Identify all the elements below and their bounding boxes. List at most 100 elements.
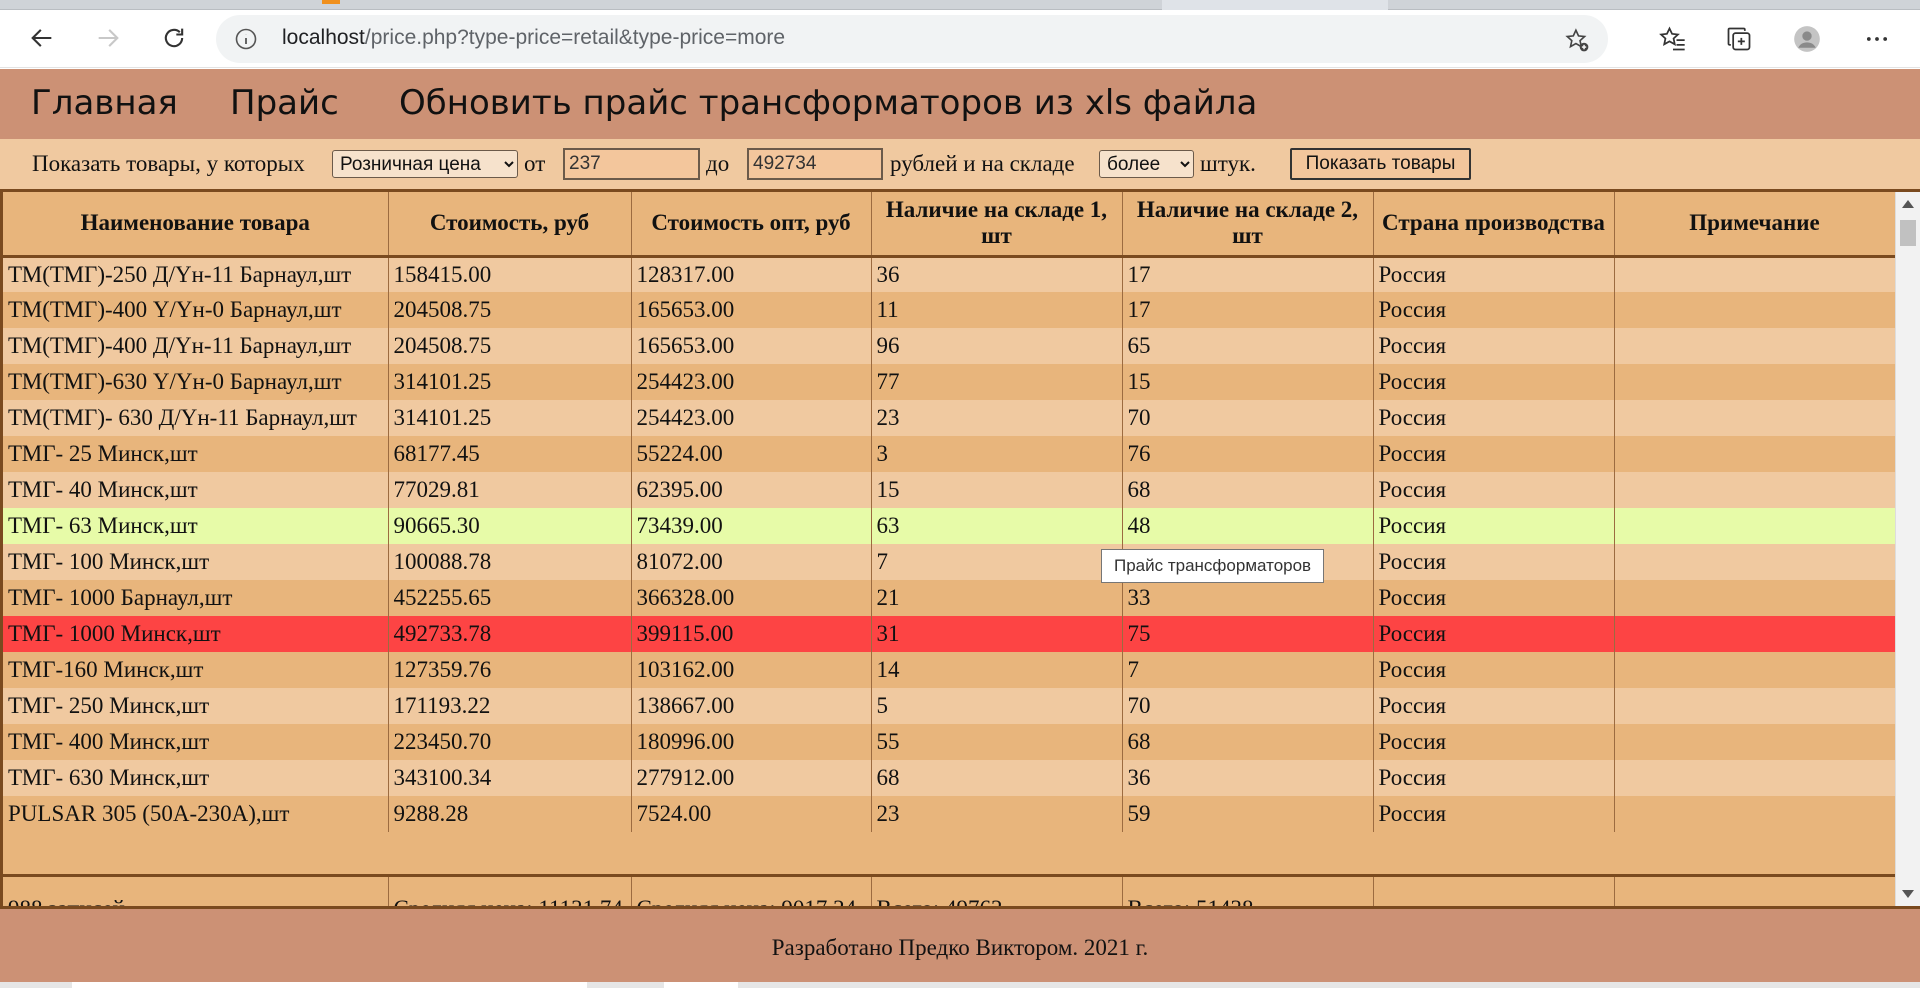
cell-stock-1: 14 bbox=[871, 652, 1123, 688]
filter-rub-stock-label: рублей и на складе bbox=[890, 151, 1075, 176]
table-footer-row: 988 записей Средняя цена: 11131.74 Средн… bbox=[3, 875, 1896, 906]
scroll-up-arrow-icon[interactable] bbox=[1902, 200, 1914, 208]
cell-country: Россия bbox=[1373, 544, 1615, 580]
cell-country: Россия bbox=[1373, 724, 1615, 760]
table-scrollbar[interactable] bbox=[1895, 192, 1920, 906]
forward-button[interactable] bbox=[88, 18, 128, 58]
table-row[interactable]: ТМ(ТМГ)- 630 Д/Yн-11 Барнаул,шт 314101.25… bbox=[3, 400, 1896, 436]
cell-country: Россия bbox=[1373, 364, 1615, 400]
filter-pcs-label: штук. bbox=[1200, 151, 1256, 176]
footer-record-count: 988 записей bbox=[3, 875, 389, 906]
cell-wholesale-price: 254423.00 bbox=[631, 364, 872, 400]
favorites-button[interactable] bbox=[1656, 22, 1690, 56]
cell-note bbox=[1614, 652, 1896, 688]
table-row[interactable]: PULSAR 305 (50A-230A),шт 9288.28 7524.00 23… bbox=[3, 796, 1896, 832]
table-row[interactable]: ТМГ- 630 Минск,шт 343100.34 277912.00 68 36 Р… bbox=[3, 760, 1896, 796]
horizontal-scrollbar-segment bbox=[664, 982, 738, 988]
horizontal-scrollbar-thumb[interactable] bbox=[72, 982, 587, 988]
back-arrow-icon bbox=[31, 29, 52, 47]
price-from-input[interactable] bbox=[563, 148, 700, 180]
table-row[interactable]: ТМГ- 63 Минск,шт 90665.30 73439.00 63 48 Росс… bbox=[3, 508, 1896, 544]
menu-link-home[interactable]: Главная bbox=[31, 83, 178, 123]
favorites-list-icon bbox=[1659, 26, 1685, 51]
cell-note bbox=[1614, 796, 1896, 832]
back-button[interactable] bbox=[22, 18, 62, 58]
menu-link-update-price[interactable]: Обновить прайс трансформаторов из xls фа… bbox=[399, 83, 1257, 123]
cell-stock-1: 3 bbox=[871, 436, 1123, 472]
cell-note bbox=[1614, 544, 1896, 580]
price-table-container[interactable]: Наименование товара Стоимость, руб Стоим… bbox=[0, 189, 1920, 909]
cell-price: 77029.81 bbox=[388, 472, 632, 508]
footer-country-empty bbox=[1373, 875, 1615, 906]
cell-stock-2: 36 bbox=[1122, 760, 1374, 796]
cell-note bbox=[1614, 760, 1896, 796]
cell-stock-1: 36 bbox=[871, 256, 1123, 292]
url-text[interactable]: localhost/price.php?type-price=retail&ty… bbox=[282, 26, 785, 50]
cell-stock-1: 23 bbox=[871, 796, 1123, 832]
table-row[interactable]: ТМГ-160 Минск,шт 127359.76 103162.00 14 7 Рос… bbox=[3, 652, 1896, 688]
table-body: ТМ(ТМГ)-250 Д/Yн-11 Барнаул,шт 158415.00 1… bbox=[3, 256, 1896, 832]
scroll-down-arrow-icon[interactable] bbox=[1902, 890, 1914, 898]
url-path: /price.php?type-price=retail&type-price=… bbox=[364, 26, 786, 49]
settings-menu-button[interactable] bbox=[1860, 22, 1894, 56]
reload-button[interactable] bbox=[154, 18, 194, 58]
scrollbar-thumb[interactable] bbox=[1900, 220, 1916, 246]
tab-strip bbox=[0, 0, 1920, 10]
table-row[interactable]: ТМГ- 25 Минск,шт 68177.45 55224.00 3 76 Росси… bbox=[3, 436, 1896, 472]
browser-tab[interactable] bbox=[0, 0, 1162, 10]
forward-arrow-icon bbox=[98, 29, 119, 47]
cell-product-name: ТМГ- 25 Минск,шт bbox=[3, 436, 389, 472]
header-product-name: Наименование товара bbox=[3, 192, 389, 258]
table-row[interactable]: ТМГ- 250 Минск,шт 171193.22 138667.00 5 70 Ро… bbox=[3, 688, 1896, 724]
footer-note-empty bbox=[1614, 875, 1896, 906]
cell-price: 204508.75 bbox=[388, 328, 632, 364]
price-to-input[interactable] bbox=[747, 148, 883, 180]
table-header-row: Наименование товара Стоимость, руб Стоим… bbox=[3, 192, 1896, 258]
page-horizontal-scrollbar[interactable] bbox=[0, 982, 1920, 988]
browser-tab-active[interactable] bbox=[1388, 0, 1920, 10]
profile-button[interactable] bbox=[1790, 22, 1824, 56]
cell-price: 9288.28 bbox=[388, 796, 632, 832]
table-row[interactable]: ТМГ- 1000 Барнаул,шт 452255.65 366328.00 21… bbox=[3, 580, 1896, 616]
cell-stock-2: 15 bbox=[1122, 364, 1374, 400]
footer-total-stock-2: Всего: 51438 bbox=[1122, 875, 1374, 906]
cell-stock-2: 59 bbox=[1122, 796, 1374, 832]
cell-wholesale-price: 7524.00 bbox=[631, 796, 872, 832]
price-type-select[interactable]: Розничная цена bbox=[332, 150, 518, 178]
cell-stock-1: 68 bbox=[871, 760, 1123, 796]
page-content: Главная Прайс Обновить прайс трансформат… bbox=[0, 69, 1920, 982]
cell-note bbox=[1614, 364, 1896, 400]
table-row[interactable]: ТМ(ТМГ)-630 Y/Yн-0 Барнаул,шт 314101.25 25… bbox=[3, 364, 1896, 400]
cell-stock-2: 33 bbox=[1122, 580, 1374, 616]
table-row[interactable]: ТМ(ТМГ)-400 Y/Yн-0 Барнаул,шт 204508.75 16… bbox=[3, 292, 1896, 328]
collections-button[interactable] bbox=[1722, 22, 1756, 56]
table-row[interactable]: ТМГ- 400 Минск,шт 223450.70 180996.00 55 68 Р… bbox=[3, 724, 1896, 760]
cell-stock-2: 70 bbox=[1122, 400, 1374, 436]
cell-country: Россия bbox=[1373, 652, 1615, 688]
cell-price: 68177.45 bbox=[388, 436, 632, 472]
address-bar[interactable]: localhost/price.php?type-price=retail&ty… bbox=[216, 15, 1608, 63]
cell-country: Россия bbox=[1373, 472, 1615, 508]
table-row[interactable]: ТМГ- 1000 Минск,шт 492733.78 399115.00 31 75… bbox=[3, 616, 1896, 652]
table-row[interactable]: ТМГ- 100 Минск,шт 100088.78 81072.00 7 Росси… bbox=[3, 544, 1896, 580]
cell-note bbox=[1614, 508, 1896, 544]
menu-link-price[interactable]: Прайс bbox=[230, 83, 339, 123]
stock-condition-select[interactable]: более bbox=[1099, 150, 1194, 178]
table-row[interactable]: ТМ(ТМГ)-250 Д/Yн-11 Барнаул,шт 158415.00 1… bbox=[3, 256, 1896, 292]
cell-note bbox=[1614, 688, 1896, 724]
show-products-button[interactable]: Показать товары bbox=[1290, 148, 1471, 180]
cell-country: Россия bbox=[1373, 688, 1615, 724]
cell-wholesale-price: 399115.00 bbox=[631, 616, 872, 652]
cell-stock-1: 77 bbox=[871, 364, 1123, 400]
header-stock-2: Наличие на складе 2, шт bbox=[1122, 192, 1374, 258]
cell-wholesale-price: 277912.00 bbox=[631, 760, 872, 796]
cell-country: Россия bbox=[1373, 256, 1615, 292]
site-info-icon[interactable] bbox=[234, 27, 258, 51]
cell-country: Россия bbox=[1373, 436, 1615, 472]
cell-stock-2: 7 bbox=[1122, 652, 1374, 688]
header-wholesale-price: Стоимость опт, руб bbox=[631, 192, 872, 258]
add-favorite-icon[interactable] bbox=[1564, 27, 1590, 53]
table-row[interactable]: ТМГ- 40 Минск,шт 77029.81 62395.00 15 68 Росс… bbox=[3, 472, 1896, 508]
table-row[interactable]: ТМ(ТМГ)-400 Д/Yн-11 Барнаул,шт 204508.75 1… bbox=[3, 328, 1896, 364]
cell-product-name: ТМГ- 630 Минск,шт bbox=[3, 760, 389, 796]
